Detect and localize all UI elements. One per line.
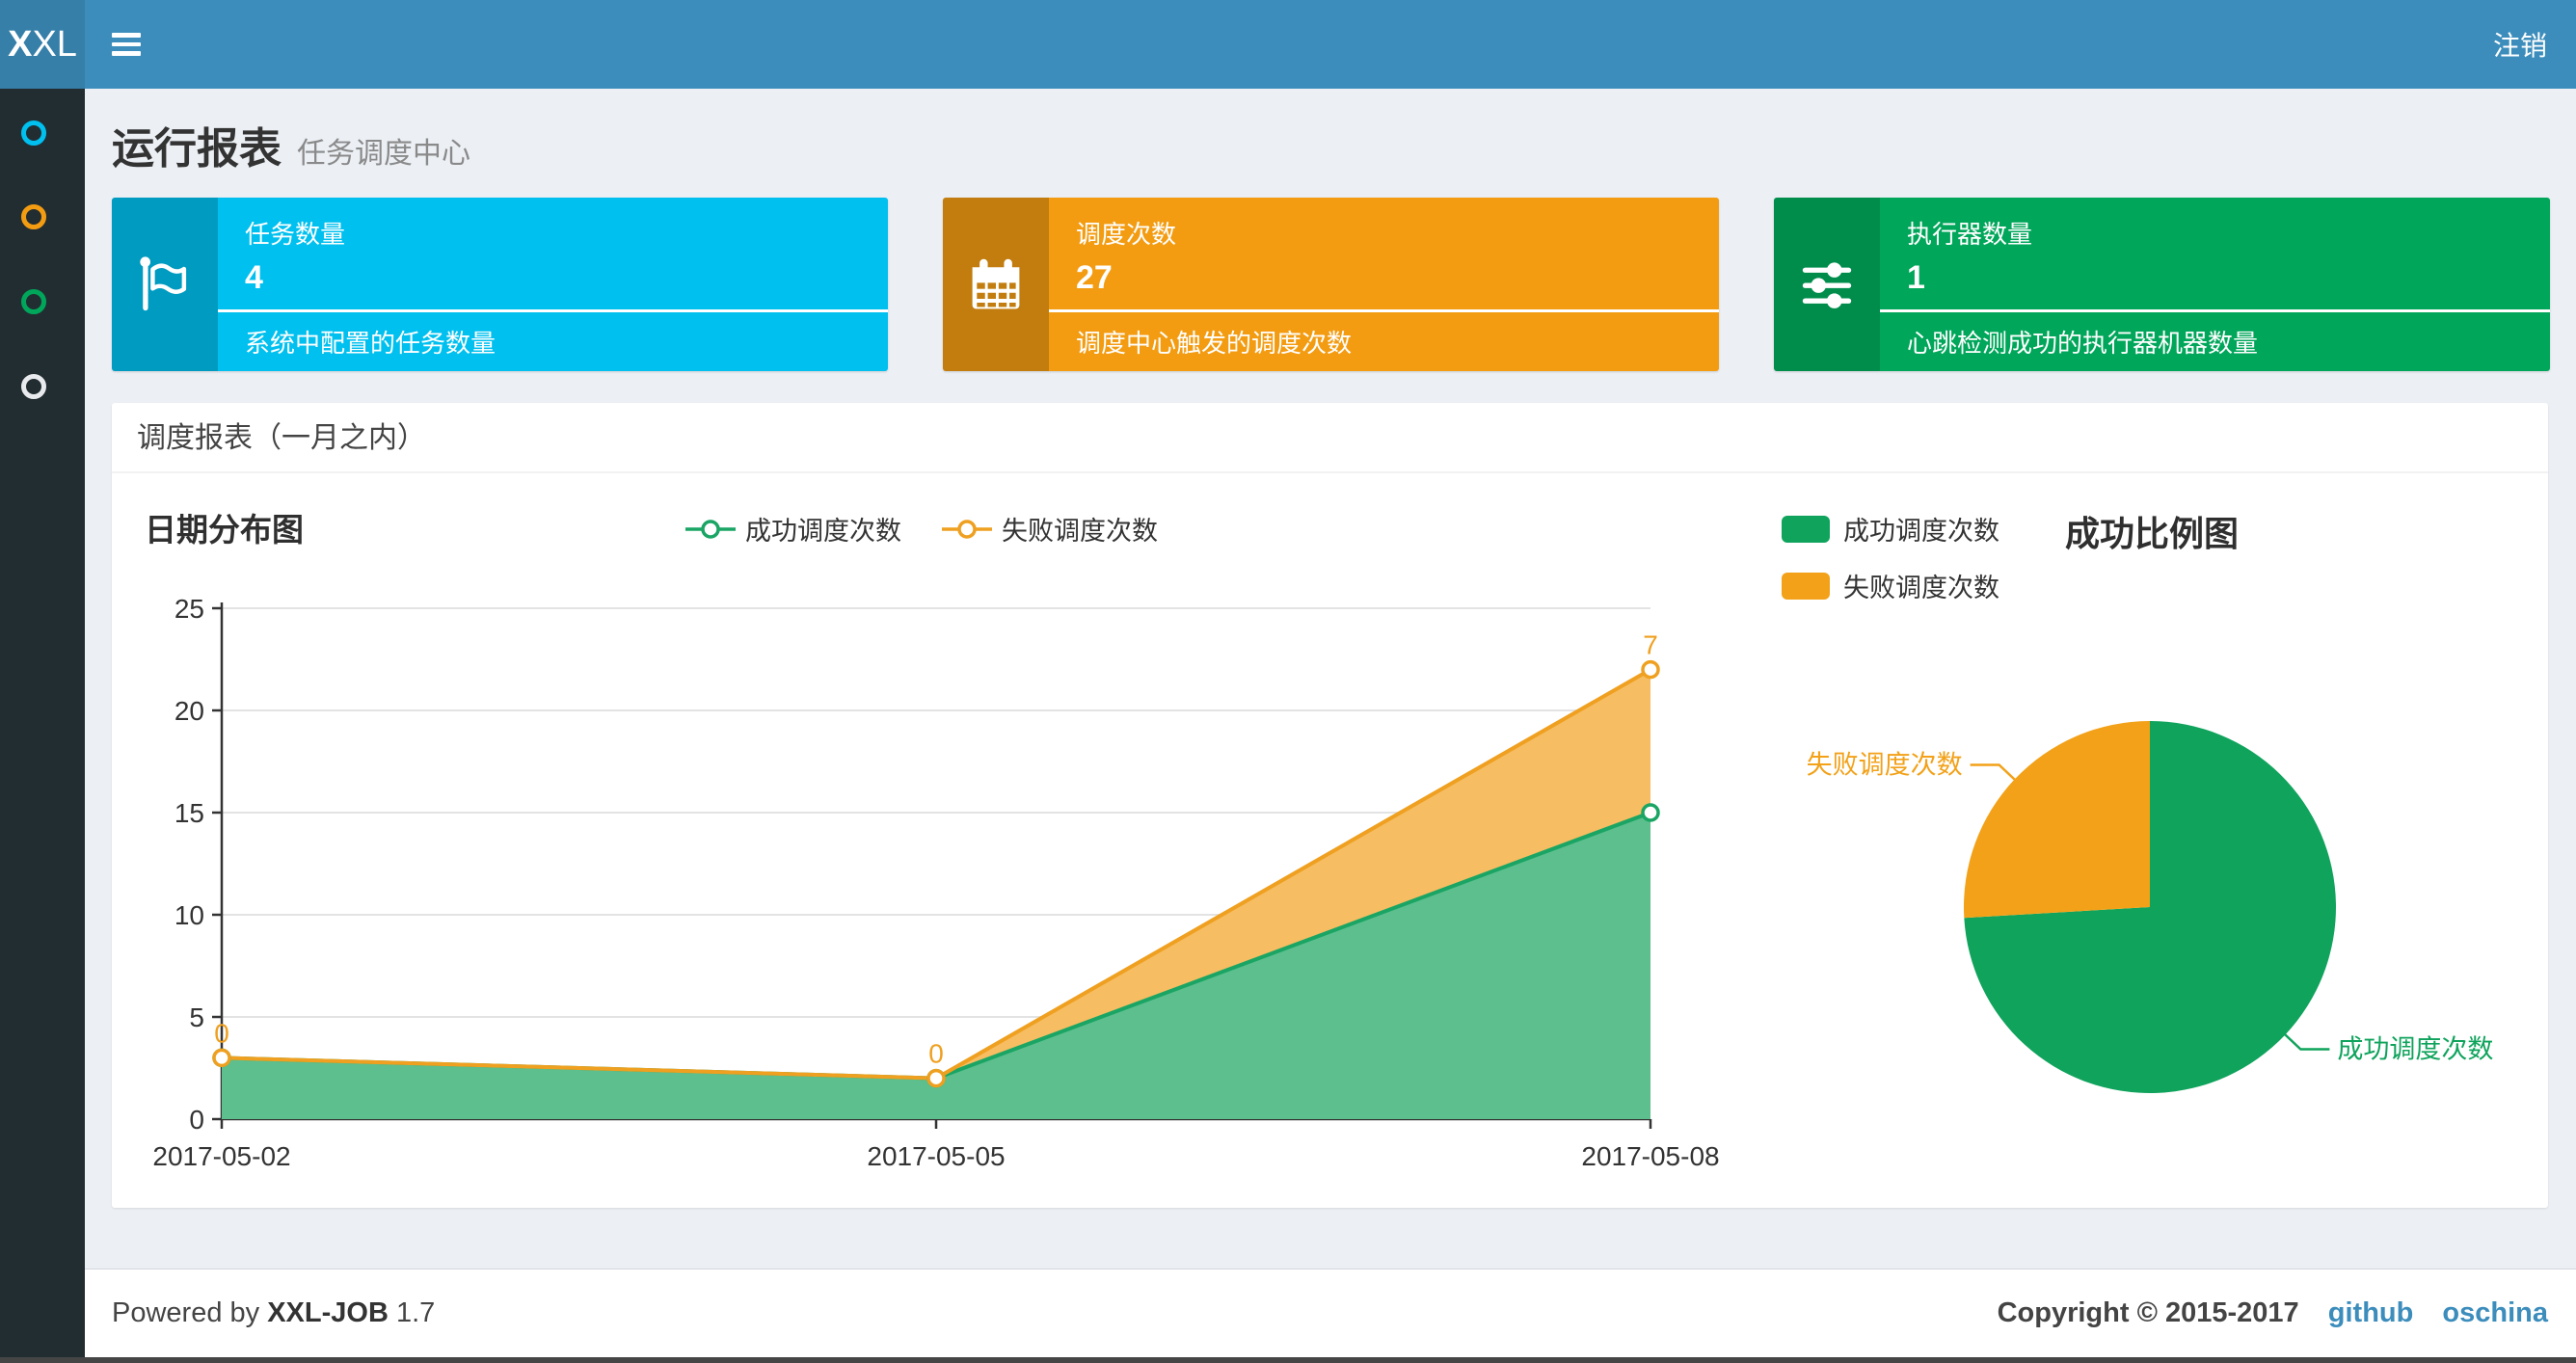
stat-box-trigger-count: 调度次数 27 调度中心触发的调度次数 bbox=[943, 198, 1719, 371]
hamburger-icon bbox=[112, 33, 141, 38]
logo-text-bold: X bbox=[8, 23, 33, 65]
sidebar bbox=[0, 89, 85, 1363]
svg-text:0: 0 bbox=[214, 1018, 229, 1048]
svg-text:失败调度次数: 失败调度次数 bbox=[1807, 750, 1963, 779]
top-header: X XL 注销 bbox=[0, 0, 2576, 89]
sidebar-item-help[interactable] bbox=[21, 374, 46, 399]
sliders-icon bbox=[1774, 198, 1880, 371]
app-logo[interactable]: X XL bbox=[0, 0, 85, 89]
svg-text:2017-05-08: 2017-05-08 bbox=[1581, 1141, 1719, 1171]
stat-description: 心跳检测成功的执行器机器数量 bbox=[1907, 329, 2259, 358]
copyright: Copyright © 2015-2017 github oschina bbox=[1997, 1297, 2548, 1328]
date-distribution-chart: 05101520252017-05-02 2017-05-05 2017-05-08… bbox=[152, 594, 1719, 1171]
window-edge bbox=[0, 1357, 2576, 1363]
success-ratio-pie-chart: 成功调度次数 失败调度次数 bbox=[1807, 721, 2493, 1093]
svg-text:0: 0 bbox=[189, 1105, 204, 1135]
svg-text:15: 15 bbox=[174, 798, 204, 828]
navbar: 注销 bbox=[85, 0, 2576, 89]
svg-text:5: 5 bbox=[189, 1002, 204, 1032]
stat-boxes-row: 任务数量 4 系统中配置的任务数量 调度次数 27 调度中心触发的调度次数 执行… bbox=[112, 198, 2550, 371]
svg-text:10: 10 bbox=[174, 900, 204, 930]
svg-text:7: 7 bbox=[1643, 630, 1658, 660]
pie-chart-region: 成功调度次数 失败调度次数 成功比例图 成功调度次数 失败调度次数 bbox=[1731, 473, 2548, 1204]
sidebar-toggle-button[interactable] bbox=[112, 30, 145, 59]
powered-by: Powered by XXL-JOB 1.7 bbox=[112, 1297, 436, 1328]
stat-description: 系统中配置的任务数量 bbox=[245, 329, 496, 358]
page-subtitle: 任务调度中心 bbox=[297, 138, 470, 170]
brand-name: XXL-JOB bbox=[267, 1297, 389, 1328]
panel-title: 调度报表（一月之内） bbox=[112, 403, 2548, 473]
svg-text:2017-05-02: 2017-05-02 bbox=[152, 1141, 290, 1171]
schedule-report-panel: 调度报表（一月之内） 日期分布图 成功调度次数 失败调度次数 0 5 10 15 20 2… bbox=[112, 403, 2548, 1208]
version: 1.7 bbox=[395, 1297, 436, 1328]
logout-link[interactable]: 注销 bbox=[2493, 25, 2547, 64]
svg-text:25: 25 bbox=[174, 594, 204, 624]
page-head: 运行报表 任务调度中心 bbox=[112, 114, 470, 175]
xxl-job-dashboard: X XL 注销 运行报表 任务调度中心 任务数量 4 系统中配置的任务数量 调度… bbox=[0, 0, 2576, 1363]
calendar-icon bbox=[943, 198, 1049, 371]
svg-text:20: 20 bbox=[174, 696, 204, 726]
oschina-link[interactable]: oschina bbox=[2442, 1297, 2548, 1328]
page-title: 运行报表 bbox=[112, 125, 282, 173]
stat-box-executor-count: 执行器数量 1 心跳检测成功的执行器机器数量 bbox=[1774, 198, 2550, 371]
page-footer: Powered by XXL-JOB 1.7 Copyright © 2015-… bbox=[85, 1269, 2576, 1357]
sidebar-item-job-log[interactable] bbox=[21, 289, 46, 314]
stat-value: 27 bbox=[1076, 259, 1113, 296]
stat-title: 调度次数 bbox=[1076, 220, 1177, 249]
stat-value: 1 bbox=[1907, 259, 1925, 296]
stat-value: 4 bbox=[245, 259, 263, 296]
svg-text:成功调度次数: 成功调度次数 bbox=[2337, 1035, 2493, 1064]
stat-box-job-count: 任务数量 4 系统中配置的任务数量 bbox=[112, 198, 888, 371]
panel-body: 日期分布图 成功调度次数 失败调度次数 0 5 10 15 20 25 2017-05-02… bbox=[112, 473, 2548, 1204]
flag-icon bbox=[112, 198, 218, 371]
stat-title: 任务数量 bbox=[245, 220, 346, 249]
sidebar-item-run-report[interactable] bbox=[21, 120, 46, 146]
stat-description: 调度中心触发的调度次数 bbox=[1076, 329, 1353, 358]
logo-text: XL bbox=[32, 23, 77, 65]
main-content: 运行报表 任务调度中心 任务数量 4 系统中配置的任务数量 调度次数 27 调度… bbox=[85, 89, 2576, 1269]
stat-title: 执行器数量 bbox=[1907, 220, 2033, 249]
svg-text:2017-05-05: 2017-05-05 bbox=[867, 1141, 1005, 1171]
sidebar-item-job-manage[interactable] bbox=[21, 204, 46, 229]
svg-text:0: 0 bbox=[928, 1039, 944, 1069]
github-link[interactable]: github bbox=[2328, 1297, 2414, 1328]
